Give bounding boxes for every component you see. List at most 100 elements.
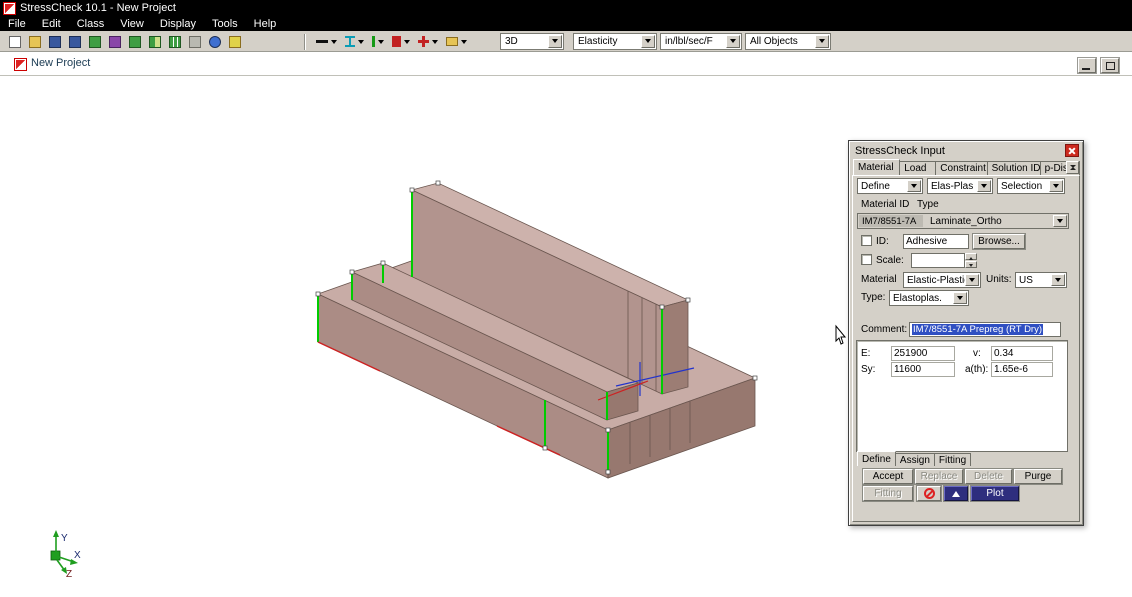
chevron-down-icon[interactable] bbox=[965, 274, 979, 286]
abort-button[interactable] bbox=[917, 486, 941, 501]
comment-field[interactable]: IM7/8551-7A Prepreg (RT Dry) bbox=[909, 322, 1061, 337]
model-viewport[interactable]: Y X Z bbox=[0, 76, 846, 597]
spinner-up-icon[interactable] bbox=[965, 253, 977, 260]
chevron-down-icon[interactable] bbox=[977, 180, 991, 192]
export-icon[interactable] bbox=[86, 33, 104, 50]
chevron-down-icon[interactable] bbox=[726, 35, 740, 48]
scale-spinner[interactable] bbox=[965, 253, 977, 268]
scale-field[interactable] bbox=[911, 253, 965, 268]
id-field[interactable]: Adhesive bbox=[903, 234, 969, 249]
purge-button[interactable]: Purge bbox=[1014, 469, 1062, 484]
tab-constraint[interactable]: Constraint bbox=[935, 161, 987, 175]
chevron-down-icon[interactable] bbox=[1053, 215, 1067, 227]
dialog-tab-strip: Material Load Constraint Solution ID p-D… bbox=[853, 160, 1079, 175]
tab-load[interactable]: Load bbox=[899, 161, 936, 175]
analysis-type-combo[interactable]: Elasticity bbox=[573, 33, 657, 50]
chevron-down-icon[interactable] bbox=[815, 35, 829, 48]
scale-checkbox[interactable] bbox=[861, 254, 872, 265]
type2-combo[interactable]: Elastoplas. bbox=[889, 290, 969, 306]
tab-solution-id[interactable]: Solution ID bbox=[987, 161, 1041, 175]
extrude-dropdown[interactable] bbox=[343, 33, 366, 50]
menu-item-edit[interactable]: Edit bbox=[34, 16, 69, 31]
chevron-down-icon[interactable] bbox=[1049, 180, 1063, 192]
menu-item-view[interactable]: View bbox=[112, 16, 152, 31]
material-id-combo[interactable]: IM7/8551-7A Laminate_Ortho bbox=[857, 213, 1069, 229]
restore-button[interactable] bbox=[1101, 58, 1119, 73]
dimension-combo-value: 3D bbox=[505, 36, 518, 47]
spinner-down-icon[interactable] bbox=[965, 261, 977, 268]
info-icon[interactable] bbox=[206, 33, 224, 50]
dialog-title-bar[interactable]: StressCheck Input bbox=[852, 143, 1080, 159]
new-file-icon[interactable] bbox=[6, 33, 24, 50]
grid-icon[interactable] bbox=[166, 33, 184, 50]
minimize-button[interactable] bbox=[1078, 58, 1096, 73]
plot-button[interactable]: Plot bbox=[971, 486, 1019, 501]
menu-item-class[interactable]: Class bbox=[69, 16, 113, 31]
help-icon[interactable] bbox=[226, 33, 244, 50]
objects-filter-combo[interactable]: All Objects bbox=[745, 33, 831, 50]
objects-dropdown[interactable] bbox=[444, 33, 469, 50]
tab-scroll-spinner[interactable] bbox=[1066, 161, 1079, 174]
id-label: ID: bbox=[876, 236, 889, 247]
sound-icon[interactable] bbox=[186, 33, 204, 50]
properties-panel: E: 251900 v: 0.34 Sy: 11600 a(th): 1.65e… bbox=[856, 340, 1068, 452]
bottom-tab-define[interactable]: Define bbox=[857, 451, 896, 466]
import-icon[interactable] bbox=[126, 33, 144, 50]
browse-button[interactable]: Browse... bbox=[973, 234, 1025, 249]
ath-field[interactable]: 1.65e-6 bbox=[991, 362, 1053, 377]
chevron-down-icon[interactable] bbox=[548, 35, 562, 48]
chevron-down-icon bbox=[404, 40, 410, 47]
units-combo-value: in/lbl/sec/F bbox=[665, 36, 713, 47]
comment-label: Comment: bbox=[861, 324, 907, 335]
delete-button[interactable]: Delete bbox=[965, 469, 1012, 484]
accept-button[interactable]: Accept bbox=[863, 469, 913, 484]
sy-field[interactable]: 11600 bbox=[891, 362, 955, 377]
e-field[interactable]: 251900 bbox=[891, 346, 955, 361]
save-as-icon[interactable] bbox=[66, 33, 84, 50]
materials-icon[interactable] bbox=[106, 33, 124, 50]
chevron-down-icon[interactable] bbox=[641, 35, 655, 48]
analysis-type-combo-value: Elasticity bbox=[578, 36, 617, 47]
bottom-tab-fitting[interactable]: Fitting bbox=[934, 453, 971, 466]
expand-button[interactable] bbox=[944, 486, 968, 501]
dimension-combo[interactable]: 3D bbox=[500, 33, 564, 50]
points-icon bbox=[392, 36, 401, 47]
action-combo[interactable]: Define bbox=[857, 178, 923, 194]
axis-label-y: Y bbox=[61, 533, 68, 544]
v-field[interactable]: 0.34 bbox=[991, 346, 1053, 361]
tab-material[interactable]: Material bbox=[853, 159, 900, 175]
menu-item-help[interactable]: Help bbox=[246, 16, 285, 31]
edge-dropdown[interactable] bbox=[370, 33, 386, 50]
folder-icon bbox=[446, 37, 458, 46]
chevron-down-icon bbox=[358, 40, 364, 47]
chevron-down-icon bbox=[432, 40, 438, 47]
close-icon[interactable] bbox=[1065, 144, 1079, 157]
save-icon[interactable] bbox=[46, 33, 64, 50]
chevron-down-icon[interactable] bbox=[907, 180, 921, 192]
replace-button[interactable]: Replace bbox=[915, 469, 963, 484]
toolbar: 3D Elasticity in/lbl/sec/F All Objects bbox=[0, 31, 1132, 52]
menu-item-display[interactable]: Display bbox=[152, 16, 204, 31]
material-combo[interactable]: Elastic-Plastic bbox=[903, 272, 981, 288]
ath-label: a(th): bbox=[965, 364, 988, 375]
id-checkbox[interactable] bbox=[861, 235, 872, 246]
sy-label: Sy: bbox=[861, 364, 875, 375]
chevron-down-icon[interactable] bbox=[953, 292, 967, 304]
line-draw-dropdown[interactable] bbox=[314, 33, 339, 50]
menu-item-file[interactable]: File bbox=[0, 16, 34, 31]
method-combo[interactable]: Selection bbox=[997, 178, 1065, 194]
units-combo[interactable]: in/lbl/sec/F bbox=[660, 33, 742, 50]
class-combo[interactable]: Elas-Plas bbox=[927, 178, 993, 194]
axes-dropdown[interactable] bbox=[416, 33, 440, 50]
fitting-button[interactable]: Fitting bbox=[863, 486, 913, 501]
toolbar-separator bbox=[304, 34, 306, 50]
open-icon[interactable] bbox=[26, 33, 44, 50]
draw-tools-group bbox=[300, 33, 469, 50]
points-dropdown[interactable] bbox=[390, 33, 412, 50]
chevron-down-icon bbox=[461, 40, 467, 47]
mesh-icon[interactable] bbox=[146, 33, 164, 50]
units-combo-dialog[interactable]: US bbox=[1015, 272, 1067, 288]
bottom-tab-assign[interactable]: Assign bbox=[895, 453, 935, 466]
menu-item-tools[interactable]: Tools bbox=[204, 16, 246, 31]
chevron-down-icon[interactable] bbox=[1051, 274, 1065, 286]
